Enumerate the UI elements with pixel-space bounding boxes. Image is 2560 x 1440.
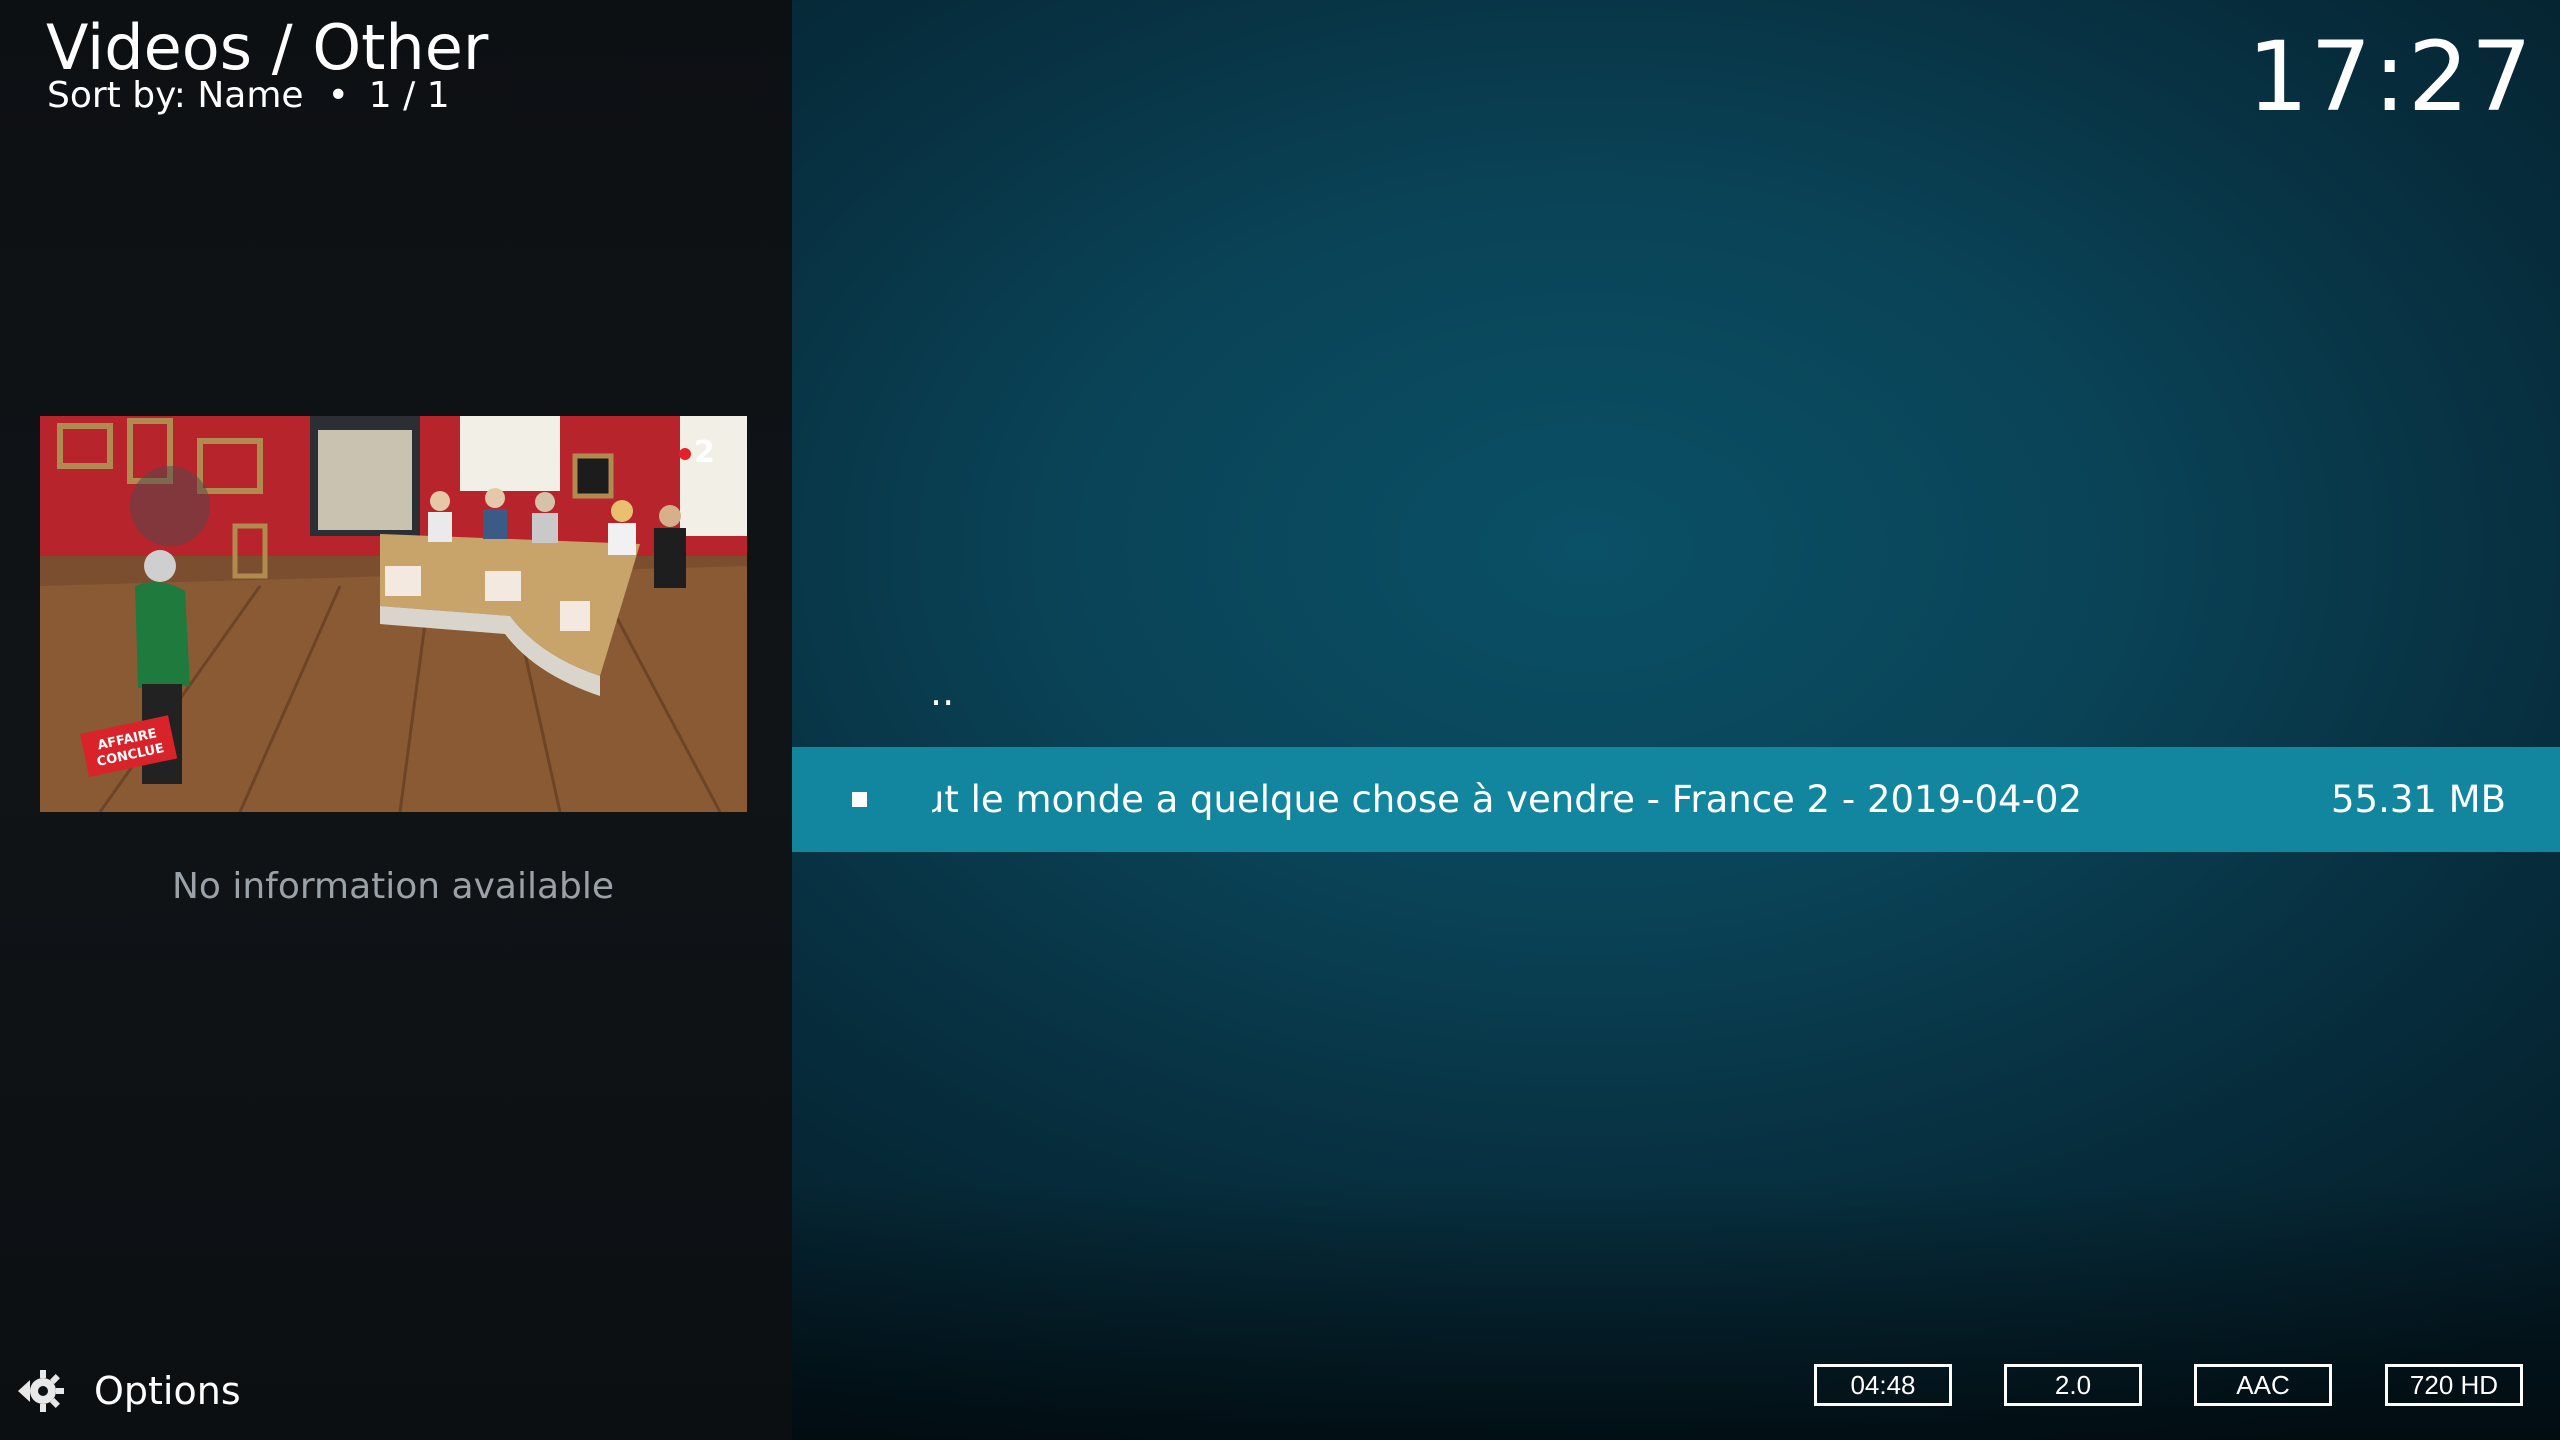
separator-dot: • [327,75,349,116]
list-item-selected[interactable]: Affaire conclue, tout le monde a quelque… [792,747,2560,852]
options-button[interactable]: Options [16,1366,241,1416]
options-label: Options [94,1369,241,1413]
video-thumbnail: AFFAIRE CONCLUE 2 [40,416,747,812]
audio-channels-flag: 2.0 [2004,1364,2142,1406]
sort-label: Sort by: Name [47,75,304,116]
duration-flag: 04:48 [1814,1364,1952,1406]
svg-text:2: 2 [694,435,715,470]
sort-info: Sort by: Name • 1 / 1 [47,74,450,118]
list-item-title-clip: Affaire conclue, tout le monde a quelque… [932,747,2082,852]
list-item-parent-folder[interactable]: .. [930,670,954,714]
page-counter: 1 / 1 [368,75,450,116]
background [792,0,2560,1440]
audio-codec-flag: AAC [2194,1364,2332,1406]
list-item-size: 55.31 MB [2331,778,2506,821]
clock: 17:27 [2247,21,2534,133]
selection-bullet-icon [852,792,867,807]
no-information-text: No information available [171,866,615,907]
list-item-title: Affaire conclue, tout le monde a quelque… [932,778,2082,821]
info-panel: AFFAIRE CONCLUE 2 No information availab… [0,0,792,1440]
resolution-flag: 720 HD [2385,1364,2523,1406]
options-gear-icon [18,1370,64,1412]
